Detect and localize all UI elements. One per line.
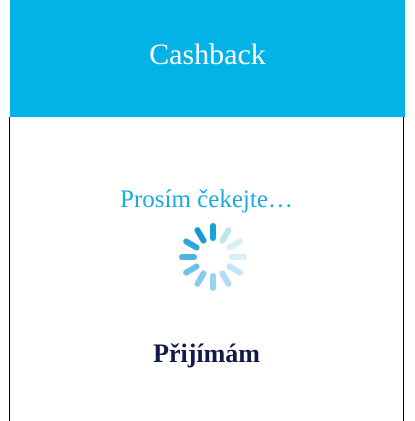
spinner-segment [183, 238, 200, 251]
spinner-segment [194, 227, 207, 244]
spinner-segment [219, 270, 232, 287]
loading-spinner-icon [179, 223, 247, 291]
frame-border-left [9, 117, 10, 421]
page-title: Cashback [149, 37, 266, 71]
frame-border-right [403, 117, 404, 421]
header-bar: Cashback [10, 0, 405, 117]
status-message: Přijímám [153, 339, 260, 368]
spinner-segment [219, 227, 232, 244]
wait-message: Prosím čekejte… [120, 186, 293, 213]
spinner-segment [226, 238, 243, 251]
spinner-segment [183, 263, 200, 276]
spinner-segment [194, 270, 207, 287]
spinner-segment [226, 263, 243, 276]
